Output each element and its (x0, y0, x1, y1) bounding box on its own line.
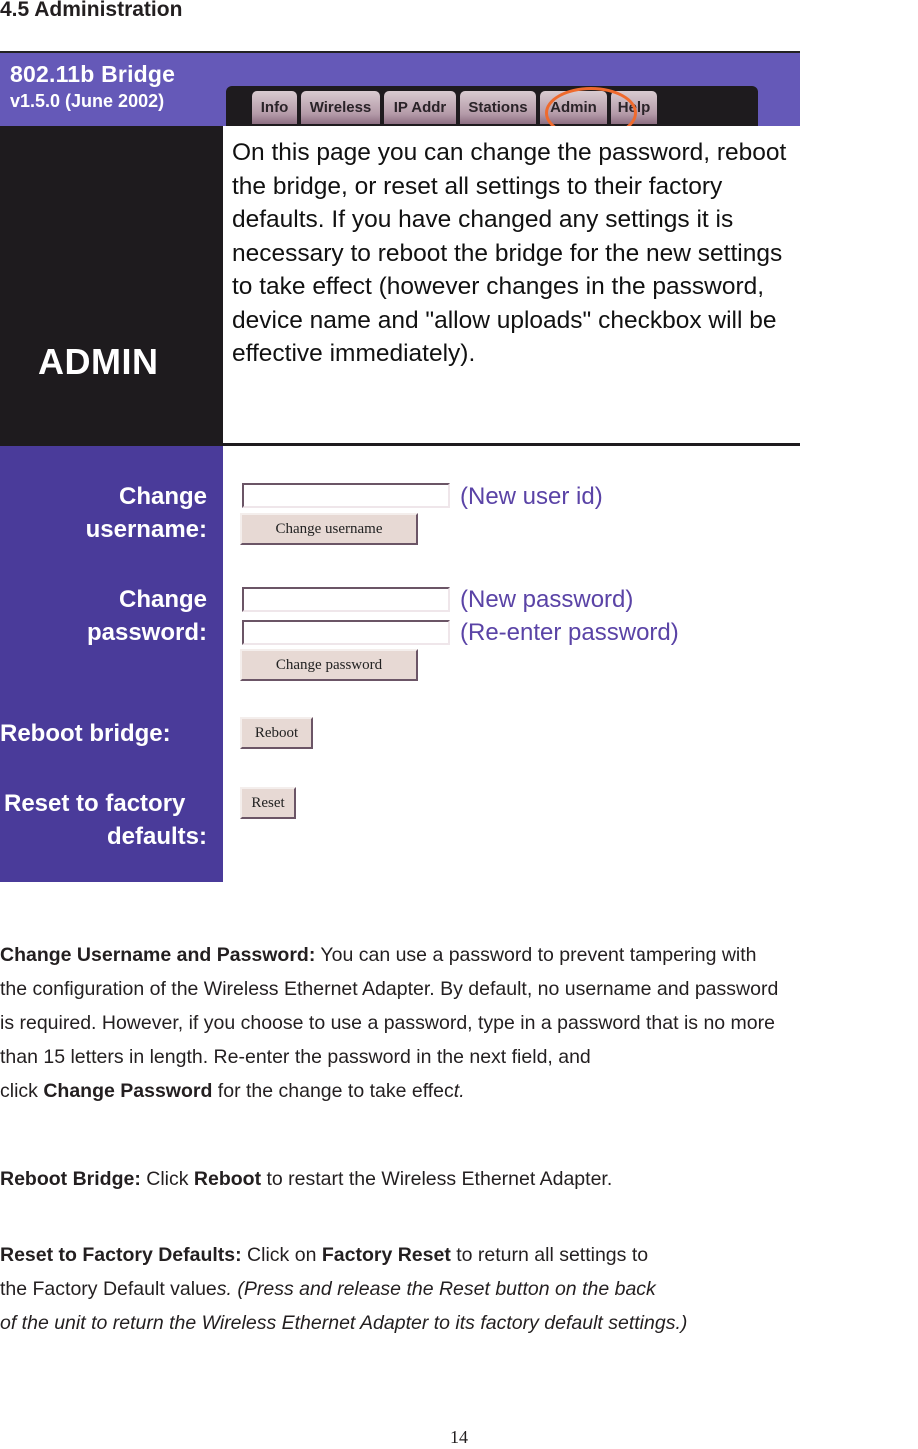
page-description: On this page you can change the password… (232, 139, 787, 367)
p2-rest: to restart the Wireless Ethernet Adapter… (261, 1168, 613, 1190)
username-hint: (New user id) (460, 483, 603, 510)
change-username-label-line2: username: (85, 516, 207, 543)
reset-label-line1: Reset to factory (4, 790, 186, 817)
reenter-password-hint: (Re-enter password) (460, 619, 679, 646)
p1-line5-italic: t. (453, 1080, 465, 1102)
p3-rest: to return all settings to (450, 1244, 649, 1266)
p3-line2: the Factory Default values. (Press and r… (0, 1272, 918, 1306)
change-username-label-line1: Change (118, 483, 207, 510)
p1-line1-text: You can use a password to prevent tamper… (315, 944, 757, 966)
change-username-button[interactable]: Change username (240, 513, 418, 545)
reset-label-line2: defaults: (106, 823, 207, 850)
admin-page-screenshot: 802.11b Bridge v1.5.0 (June 2002) Info W… (0, 51, 800, 882)
p1-line4: than 15 letters in length. Re-enter the … (0, 1046, 591, 1068)
p1-line5-post: for the change to take effec (212, 1080, 454, 1102)
brand-title: 802.11b Bridge (10, 61, 176, 87)
page-heading: ADMIN (38, 341, 159, 382)
p2-line1: Reboot Bridge: Click Reboot to restart t… (0, 1162, 918, 1196)
p1-lead: Change Username and Password: (0, 944, 316, 966)
description-panel: On this page you can change the password… (223, 126, 800, 443)
p2-reboot-term: Reboot (193, 1168, 262, 1190)
reboot-label: Reboot bridge: (0, 720, 171, 747)
header-bar: 802.11b Bridge v1.5.0 (June 2002) Info W… (0, 51, 800, 139)
p1-line1: Change Username and Password: You can us… (0, 938, 918, 972)
new-password-input[interactable] (242, 587, 450, 612)
section-title: 4.5 Administration (0, 0, 183, 21)
tab-stations[interactable]: Stations (460, 91, 536, 124)
reset-button[interactable]: Reset (240, 787, 296, 819)
change-username-password-paragraph: Change Username and Password: You can us… (0, 938, 918, 1108)
p2-mid: Click (140, 1168, 194, 1190)
reboot-bridge-paragraph: Reboot Bridge: Click Reboot to restart t… (0, 1162, 918, 1196)
username-input[interactable] (242, 483, 450, 508)
nav-tabs: Info Wireless IP Addr Stations Admin Hel… (252, 91, 657, 124)
p1-line3: is required. However, if you choose to u… (0, 1012, 775, 1034)
p3-lead: Reset to Factory Defaults: (0, 1244, 242, 1266)
p1-change-password-term: Change Password (43, 1080, 213, 1102)
brand-version: v1.5.0 (June 2002) (10, 91, 165, 111)
p3-line3-italic: of the unit to return the Wireless Ether… (0, 1312, 688, 1334)
p3-mid: Click on (241, 1244, 322, 1266)
tab-admin[interactable]: Admin (540, 91, 607, 124)
p3-factory-reset-term: Factory Reset (321, 1244, 451, 1266)
p1-line2: the configuration of the Wireless Ethern… (0, 978, 779, 1000)
change-password-button[interactable]: Change password (240, 649, 418, 681)
tab-wireless[interactable]: Wireless (301, 91, 380, 124)
page-number: 14 (450, 1427, 468, 1447)
p3-line3: of the unit to return the Wireless Ether… (0, 1306, 918, 1340)
p3-line1: Reset to Factory Defaults: Click on Fact… (0, 1238, 918, 1272)
reboot-button[interactable]: Reboot (240, 717, 313, 749)
new-password-hint: (New password) (460, 586, 634, 613)
p2-lead: Reboot Bridge: (0, 1168, 141, 1190)
change-password-label-line1: Change (118, 586, 207, 613)
form-label-sidebar: Change username: Change password: Reboot… (0, 446, 223, 882)
tab-ip-addr[interactable]: IP Addr (384, 91, 456, 124)
change-password-label-line2: password: (86, 619, 207, 646)
reenter-password-input[interactable] (242, 620, 450, 645)
p3-line2-italic: s. (Press and release the Reset button o… (216, 1278, 656, 1300)
p3-line2-plain: the Factory Default value (0, 1278, 217, 1300)
p1-line5: click Change Password for the change to … (0, 1074, 918, 1108)
reset-factory-defaults-paragraph: Reset to Factory Defaults: Click on Fact… (0, 1238, 918, 1340)
tab-help[interactable]: Help (611, 91, 657, 124)
tab-info[interactable]: Info (252, 91, 297, 124)
p1-line5-pre: click (0, 1080, 44, 1102)
